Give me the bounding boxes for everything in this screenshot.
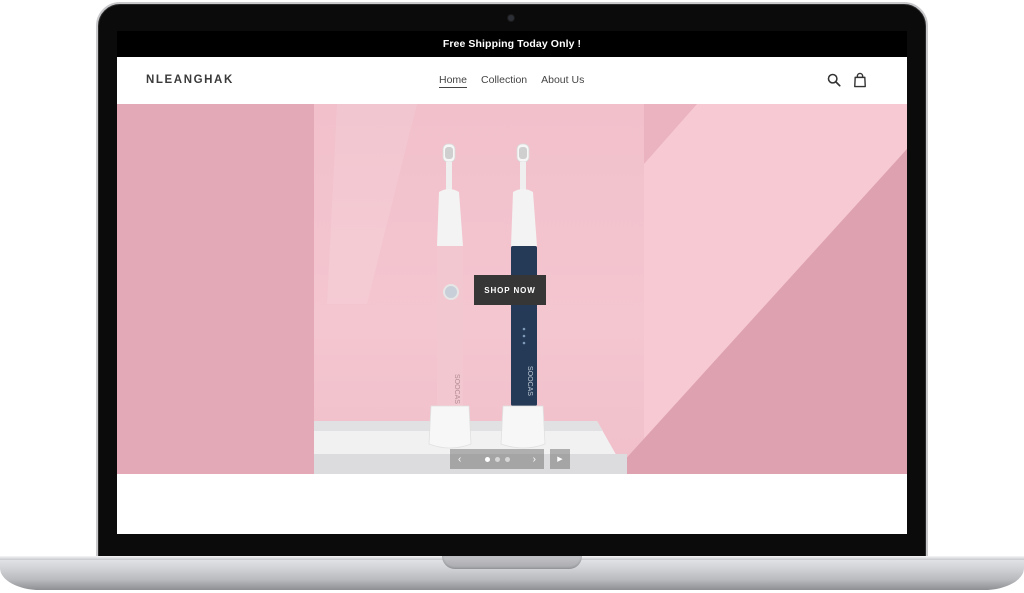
slide-next-icon[interactable]: › xyxy=(533,454,536,465)
slide-dots xyxy=(484,456,510,462)
shop-now-button[interactable]: SHOP NOW xyxy=(474,275,546,305)
navy-brush-brand: SOOCAS xyxy=(526,366,533,396)
cart-icon[interactable] xyxy=(853,72,867,88)
main-nav: Home Collection About Us xyxy=(439,74,584,88)
nav-link-collection[interactable]: Collection xyxy=(481,74,527,88)
hero-slideshow: SOOCAS SOOCAS SHOP NOW ‹ › ▶ xyxy=(117,104,907,474)
slideshow-controls: ‹ › xyxy=(450,449,544,469)
pink-toothbrush: SOOCAS xyxy=(428,143,472,449)
laptop-base-notch xyxy=(442,556,582,569)
header-icons xyxy=(827,72,867,88)
pink-brush-brand: SOOCAS xyxy=(453,374,460,404)
slide-prev-icon[interactable]: ‹ xyxy=(458,454,461,465)
slide-dot-1[interactable] xyxy=(484,456,490,462)
slide-dot-3[interactable] xyxy=(504,456,510,462)
site-header: NLEANGHAK Home Collection About Us xyxy=(117,57,907,104)
slideshow-play-icon[interactable]: ▶ xyxy=(550,449,570,469)
search-icon[interactable] xyxy=(827,72,841,88)
store-logo[interactable]: NLEANGHAK xyxy=(146,74,234,86)
nav-link-about-us[interactable]: About Us xyxy=(541,74,584,88)
announcement-text: Free Shipping Today Only ! xyxy=(442,38,582,50)
browser-screen: Free Shipping Today Only ! NLEANGHAK Hom… xyxy=(117,31,907,534)
nav-link-home[interactable]: Home xyxy=(439,74,468,88)
slide-dot-2[interactable] xyxy=(494,456,500,462)
announcement-bar: Free Shipping Today Only ! xyxy=(117,31,907,57)
camera-icon xyxy=(508,15,514,21)
